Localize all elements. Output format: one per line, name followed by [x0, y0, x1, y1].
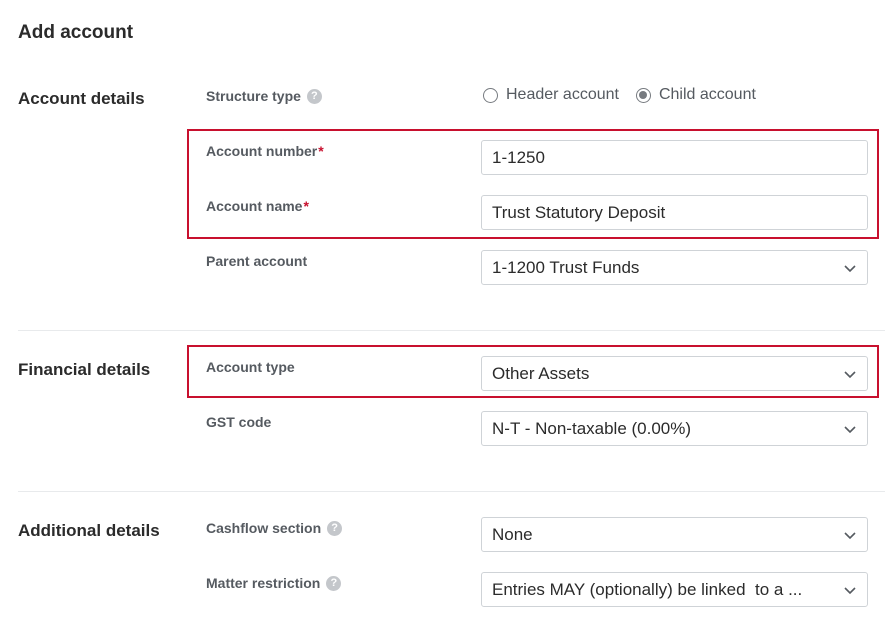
divider — [18, 330, 885, 331]
required-marker: * — [318, 143, 324, 159]
gst-code-label: GST code — [206, 414, 271, 430]
page-title: Add account — [18, 22, 134, 43]
account-type-label: Account type — [206, 359, 295, 375]
help-circle-icon[interactable]: ? — [327, 520, 343, 536]
cashflow-section-label: Cashflow section ? — [206, 520, 343, 536]
account-name-label: Account name* — [206, 198, 309, 214]
account-number-label-text: Account number — [206, 143, 318, 159]
help-circle-icon[interactable]: ? — [326, 575, 342, 591]
gst-code-select[interactable]: N-T - Non-taxable (0.00%) — [481, 411, 868, 446]
gst-code-label-text: GST code — [206, 414, 272, 430]
chevron-down-icon — [844, 264, 856, 272]
radio-child-account-label: Child account — [658, 86, 756, 103]
account-type-select[interactable]: Other Assets — [481, 356, 868, 391]
section-title-additional-details: Additional details — [18, 521, 160, 540]
gst-code-value: N-T - Non-taxable (0.00%) — [492, 418, 692, 438]
chevron-down-icon — [844, 586, 856, 594]
matter-restriction-label: Matter restriction ? — [206, 575, 342, 591]
account-name-label-text: Account name — [206, 198, 303, 214]
account-name-input[interactable] — [481, 195, 868, 230]
parent-account-select[interactable]: 1-1200 Trust Funds — [481, 250, 868, 285]
radio-child-account[interactable]: Child account — [635, 86, 756, 104]
chevron-down-icon — [844, 370, 856, 378]
parent-account-label-text: Parent account — [206, 253, 308, 269]
matter-restriction-value: Entries MAY (optionally) be linked to a … — [492, 579, 803, 599]
structure-type-radio-group: Header account Child account — [483, 86, 773, 104]
chevron-down-icon — [844, 425, 856, 433]
radio-header-account-label: Header account — [506, 86, 619, 103]
chevron-down-icon — [844, 531, 856, 539]
account-type-label-text: Account type — [206, 359, 295, 375]
section-title-account-details: Account details — [18, 89, 145, 108]
radio-checked-icon[interactable] — [635, 87, 651, 103]
parent-account-value: 1-1200 Trust Funds — [492, 257, 640, 277]
account-type-value: Other Assets — [492, 363, 590, 383]
account-number-label: Account number* — [206, 143, 324, 159]
account-number-input[interactable] — [481, 140, 868, 175]
divider — [18, 491, 885, 492]
structure-type-label: Structure type ? — [206, 88, 322, 104]
matter-restriction-label-text: Matter restriction — [206, 575, 321, 591]
cashflow-section-value: None — [492, 524, 533, 544]
parent-account-label: Parent account — [206, 253, 307, 269]
required-marker: * — [303, 198, 309, 214]
structure-type-label-text: Structure type — [206, 88, 301, 104]
radio-unchecked-icon[interactable] — [483, 87, 498, 103]
matter-restriction-select[interactable]: Entries MAY (optionally) be linked to a … — [481, 572, 868, 607]
radio-header-account[interactable]: Header account — [483, 86, 619, 104]
cashflow-section-label-text: Cashflow section — [206, 520, 322, 536]
cashflow-section-select[interactable]: None — [481, 517, 868, 552]
help-circle-icon[interactable]: ? — [306, 88, 322, 104]
section-title-financial-details: Financial details — [18, 360, 151, 379]
